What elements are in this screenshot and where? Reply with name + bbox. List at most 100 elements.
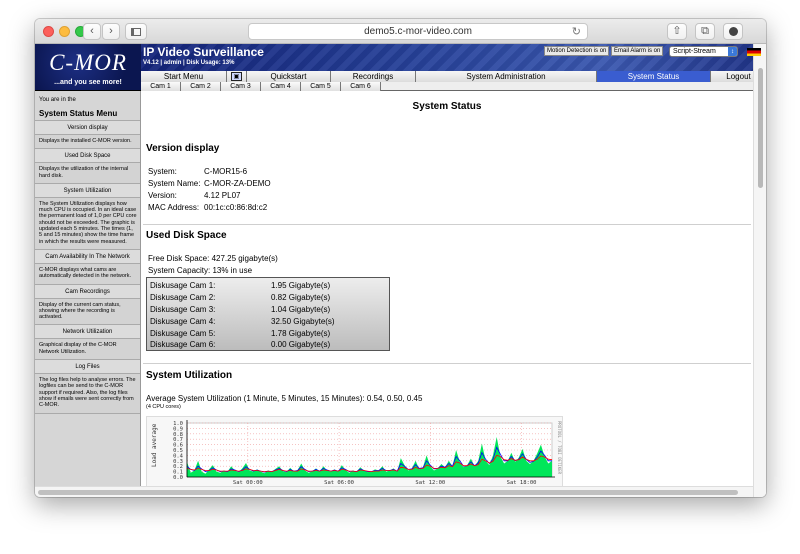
sidebar-link-network-utilization[interactable]: Network Utilization: [35, 325, 140, 340]
version-value: 4.12 PL07: [204, 191, 241, 200]
app-title: IP Video Surveillance: [143, 45, 264, 59]
main-content: System Status Version display System: C-M…: [141, 91, 753, 497]
table-row: Diskusage Cam 4: 32.50 Gigabyte(s): [147, 315, 389, 327]
vertical-scrollbar[interactable]: [753, 44, 766, 497]
disk-heading: Used Disk Space: [146, 230, 227, 241]
sidebar-link-used-disk-space[interactable]: Used Disk Space: [35, 149, 140, 164]
version-row: MAC Address: 00:1c:c0:86:8d:c2: [148, 203, 267, 212]
version-value: C-MOR-ZA-DEMO: [204, 179, 271, 188]
version-row: System: C-MOR15-6: [148, 167, 247, 176]
disk-cam-label: Diskusage Cam 2:: [150, 293, 216, 303]
sidebar-you-are-in: You are in the: [39, 97, 76, 103]
downloads-button[interactable]: [723, 23, 743, 40]
utilization-heading: System Utilization: [146, 370, 233, 381]
horizontal-scroll-thumb[interactable]: [38, 490, 738, 495]
nav-label: System Status: [627, 72, 680, 81]
close-window-button[interactable]: [43, 26, 54, 37]
vertical-scroll-thumb[interactable]: [758, 68, 763, 188]
nav-start-menu[interactable]: Start Menu: [141, 71, 227, 82]
cam-tab-5[interactable]: Cam 5: [301, 82, 341, 91]
table-row: Diskusage Cam 6: 0.00 Gigabyte(s): [147, 339, 389, 351]
tabs-button[interactable]: ⧉: [695, 23, 715, 40]
chart-watermark: PROTOOL / TOBI OETIKER: [557, 421, 562, 475]
nav-label: Quickstart: [270, 72, 307, 81]
table-row: Diskusage Cam 2: 0.82 Gigabyte(s): [147, 292, 389, 304]
logo-text: C-MOR: [49, 50, 127, 75]
disk-cam-label: Diskusage Cam 3:: [150, 304, 216, 314]
version-key: System:: [148, 167, 177, 176]
sidebar-desc: The log files help to analyse errors. Th…: [35, 374, 140, 414]
version-row: System Name: C-MOR-ZA-DEMO: [148, 179, 271, 188]
select-arrows-icon: ↕: [728, 47, 737, 56]
tabs-icon: ⧉: [701, 25, 709, 37]
stream-select[interactable]: Script-Stream ↕: [669, 46, 738, 57]
forward-button[interactable]: ›: [102, 23, 120, 40]
reload-icon[interactable]: ↻: [572, 25, 581, 38]
sidebar-desc: The System Utilization displays how much…: [35, 197, 140, 250]
share-icon: ⇧: [672, 25, 682, 37]
cam-tab-2[interactable]: Cam 2: [181, 82, 221, 91]
y-tick-label: 0.2: [173, 464, 183, 470]
page-title: System Status: [412, 101, 482, 112]
disk-cam-label: Diskusage Cam 1:: [150, 281, 216, 291]
y-tick-label: 0.4: [173, 453, 184, 459]
nav-system-administration[interactable]: System Administration: [416, 71, 597, 82]
url-text: demo5.c-mor-video.com: [364, 26, 472, 37]
cam-tab-3[interactable]: Cam 3: [221, 82, 261, 91]
download-icon: [728, 27, 738, 36]
disk-usage-table: Diskusage Cam 1: 1.95 Gigabyte(s) Diskusa…: [146, 277, 390, 351]
cmor-logo[interactable]: C-MOR ...and you see more!: [35, 44, 141, 91]
disk-cam-label: Diskusage Cam 4:: [150, 316, 216, 326]
section-divider: [143, 363, 751, 364]
version-row: Version: 4.12 PL07: [148, 191, 240, 200]
minimize-window-button[interactable]: [59, 26, 70, 37]
sidebar-link-system-utilization[interactable]: System Utilization: [35, 183, 140, 198]
sidebar-link-version-display[interactable]: Version display: [35, 121, 140, 135]
version-heading: Version display: [146, 143, 220, 154]
table-row: Diskusage Cam 1: 1.95 Gigabyte(s): [147, 280, 389, 292]
cam-tab-1[interactable]: Cam 1: [141, 82, 181, 91]
nav-quickstart[interactable]: Quickstart: [247, 71, 331, 82]
motion-detection-badge[interactable]: Motion Detection is on: [544, 46, 610, 56]
y-tick-label: 1.0: [173, 421, 183, 427]
y-tick-label: 0.9: [173, 426, 183, 432]
address-bar[interactable]: demo5.c-mor-video.com ↻: [248, 23, 588, 40]
sidebar: You are in the System Status Menu Versio…: [35, 91, 141, 497]
sidebar-desc: Displays the installed C-MOR version.: [35, 135, 140, 150]
nav-recordings[interactable]: Recordings: [331, 71, 416, 82]
y-tick-label: 0.6: [173, 443, 183, 449]
load-chart-svg: 0.00.10.20.30.40.50.60.70.80.91.0Sat 00:…: [151, 420, 562, 486]
sidebar-link-log-files[interactable]: Log Files: [35, 360, 140, 375]
disk-cam-value: 0.00 Gigabyte(s): [271, 340, 331, 350]
version-line: V4.12 | admin | Disk Usage: 13%: [143, 60, 235, 66]
table-row: Diskusage Cam 3: 1.04 Gigabyte(s): [147, 304, 389, 316]
sidebar-desc: C-MOR displays what cams are automatical…: [35, 263, 140, 285]
email-alarm-badge[interactable]: Email Alarm is on: [611, 46, 664, 56]
version-key: MAC Address:: [148, 203, 200, 212]
nav-system-status[interactable]: System Status: [597, 71, 711, 82]
page-viewport: C-MOR ...and you see more! IP Video Surv…: [35, 44, 766, 497]
sidebar-link-cam-availability[interactable]: Cam Availability In The Network: [35, 249, 140, 264]
free-disk-space: Free Disk Space: 427.25 gigabyte(s): [148, 254, 278, 263]
share-button[interactable]: ⇧: [667, 23, 687, 40]
disk-cam-value: 1.95 Gigabyte(s): [271, 281, 331, 291]
sidebar-toggle-button[interactable]: [125, 23, 147, 40]
version-key: System Name:: [148, 179, 201, 188]
german-flag-icon[interactable]: [747, 48, 761, 56]
header-banner: IP Video Surveillance V4.12 | admin | Di…: [141, 44, 766, 71]
cam-tab-4[interactable]: Cam 4: [261, 82, 301, 91]
load-average-chart: 0.0 0.1 0.2 0.3 0.4 0.5 0.6 0.7 0.8 0.9 1.0 Sat 00:…: [146, 416, 563, 496]
logo-tagline: ...and you see more!: [54, 79, 122, 86]
y-tick-label: 0.0: [173, 475, 183, 481]
version-value: 00:1c:c0:86:8d:c2: [204, 203, 268, 212]
nav-label: Logout: [726, 72, 751, 81]
horizontal-scrollbar[interactable]: [35, 486, 753, 497]
browser-toolbar: ‹ › demo5.c-mor-video.com ↻ ⇧ ⧉: [35, 19, 766, 44]
cam-tab-6[interactable]: Cam 6: [341, 82, 381, 91]
sidebar-link-cam-recordings[interactable]: Cam Recordings: [35, 284, 140, 299]
chevron-left-icon: ‹: [90, 25, 94, 37]
y-tick-label: 0.7: [173, 437, 183, 443]
back-button[interactable]: ‹: [83, 23, 101, 40]
nav-start-menu-expand[interactable]: ▣: [227, 71, 247, 82]
y-tick-label: 0.5: [173, 448, 183, 454]
